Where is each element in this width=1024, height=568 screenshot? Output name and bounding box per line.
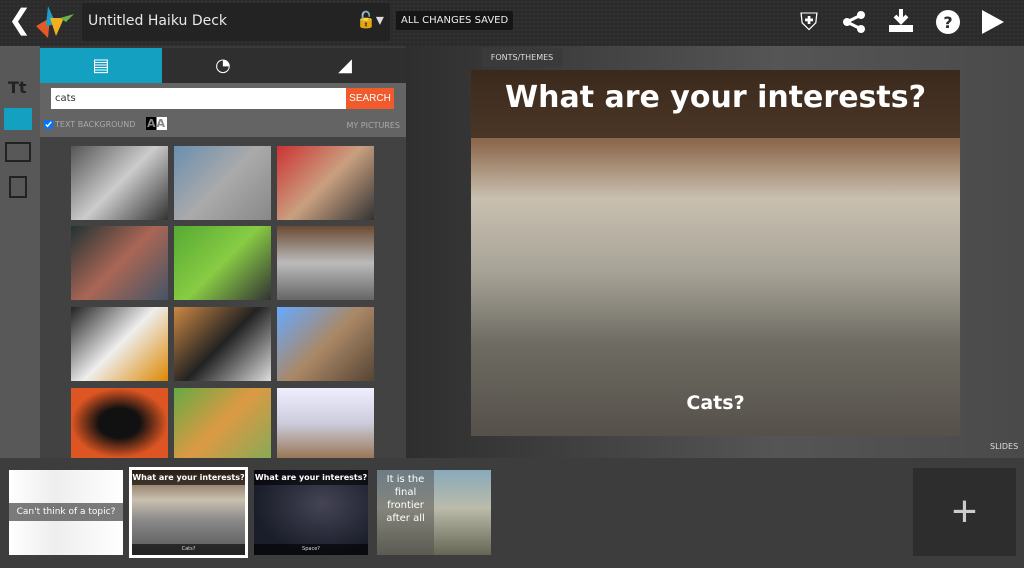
- play-icon[interactable]: [982, 10, 1004, 34]
- tab-charts[interactable]: ◔: [162, 48, 284, 83]
- text-background-label: TEXT BACKGROUND: [55, 120, 136, 129]
- haiku-deck-logo: [36, 6, 74, 38]
- image-panel: ▤ ◔ ◢ SEARCH TEXT BACKGROUND AA MY PICTU…: [40, 48, 406, 458]
- deck-title[interactable]: Untitled Haiku Deck: [88, 13, 227, 29]
- fonts-themes-tab[interactable]: FONTS/THEMES: [482, 48, 562, 67]
- my-pictures-link[interactable]: MY PICTURES: [346, 121, 400, 130]
- notes-tool-icon[interactable]: [9, 176, 27, 198]
- pie-chart-icon: ◔: [215, 55, 231, 76]
- slide-title: What are your interests?: [254, 470, 368, 485]
- slide-thumbnail[interactable]: Can't think of a topic?: [9, 470, 123, 555]
- slide-thumbnail[interactable]: It is the final frontier after all: [377, 470, 491, 555]
- slide-caption: Cats?: [132, 544, 245, 555]
- download-icon[interactable]: [888, 8, 914, 34]
- save-status: ALL CHANGES SAVED: [396, 11, 514, 30]
- image-result[interactable]: [277, 146, 374, 220]
- svg-text:?: ?: [943, 13, 952, 32]
- slide-caption: Can't think of a topic?: [9, 503, 123, 521]
- image-result[interactable]: [174, 226, 271, 300]
- slide-caption[interactable]: Cats?: [471, 392, 960, 414]
- lock-dropdown-icon[interactable]: 🔓▾: [356, 10, 384, 29]
- search-area: SEARCH TEXT BACKGROUND AA MY PICTURES: [40, 83, 406, 137]
- text-contrast-toggle[interactable]: AA: [146, 117, 168, 130]
- search-input[interactable]: [51, 88, 346, 109]
- text-tool-icon[interactable]: Tt: [8, 78, 27, 97]
- slide-title[interactable]: What are your interests?: [471, 70, 960, 138]
- image-result[interactable]: [277, 307, 374, 381]
- image-result[interactable]: [174, 146, 271, 220]
- slide-text: It is the final frontier after all: [377, 470, 434, 555]
- image-result[interactable]: [71, 307, 168, 381]
- slides-label: SLIDES: [990, 442, 1019, 451]
- add-slide-button[interactable]: +: [913, 468, 1016, 556]
- editor-area: FONTS/THEMES What are your interests? Ca…: [406, 46, 1024, 458]
- image-result[interactable]: [277, 388, 374, 458]
- text-background-checkbox[interactable]: [44, 120, 53, 129]
- background-icon: ◢: [338, 55, 352, 76]
- image-result[interactable]: [277, 226, 374, 300]
- slide-canvas[interactable]: What are your interests? Cats?: [471, 70, 960, 436]
- top-bar: ❮ Untitled Haiku Deck 🔓▾ ALL CHANGES SAV…: [0, 0, 1024, 46]
- layout-tool-icon[interactable]: [5, 142, 31, 162]
- slide-thumbnail-selected[interactable]: What are your interests? Cats?: [129, 467, 248, 558]
- slide-title: What are your interests?: [132, 470, 245, 485]
- image-result[interactable]: [174, 307, 271, 381]
- shield-icon[interactable]: ⛨: [800, 8, 818, 36]
- share-icon[interactable]: [842, 10, 866, 34]
- image-result[interactable]: [71, 226, 168, 300]
- image-result[interactable]: [71, 388, 168, 458]
- slide-caption: Space?: [254, 544, 368, 555]
- help-icon[interactable]: ?: [936, 10, 960, 34]
- slide-thumbnail[interactable]: What are your interests? Space?: [254, 470, 368, 555]
- image-result[interactable]: [174, 388, 271, 458]
- image-result[interactable]: [71, 146, 168, 220]
- tab-images[interactable]: ▤: [40, 48, 162, 83]
- image-tool-icon[interactable]: [4, 108, 32, 130]
- image-icon: ▤: [92, 55, 110, 76]
- tool-sidebar: Tt: [0, 46, 40, 458]
- tab-background[interactable]: ◢: [284, 48, 406, 83]
- slide-strip: Can't think of a topic? What are your in…: [0, 458, 1024, 568]
- back-icon[interactable]: ❮: [8, 6, 31, 34]
- search-button[interactable]: SEARCH: [346, 88, 394, 109]
